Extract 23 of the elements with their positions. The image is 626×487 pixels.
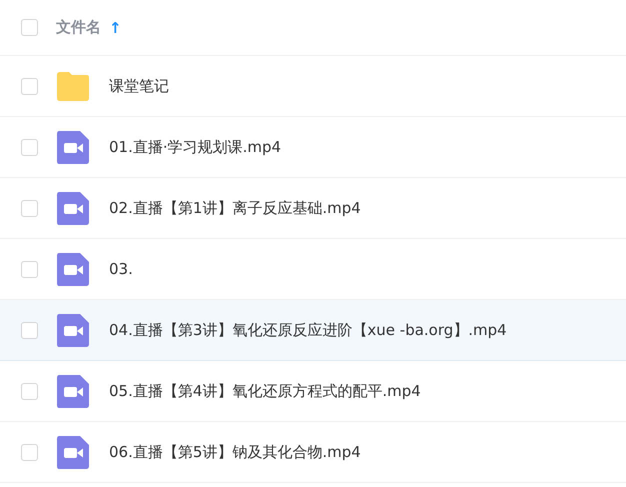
video-file-icon [56,374,90,408]
video-file-icon [56,130,90,164]
file-name[interactable]: 课堂笔记 [109,76,169,96]
row-checkbox[interactable] [21,200,38,216]
file-row[interactable]: 04.直播【第3讲】氧化还原反应进阶【xue -ba.org】.mp4 [0,300,626,361]
row-checkbox[interactable] [21,444,38,460]
file-name[interactable]: 06.直播【第5讲】钠及其化合物.mp4 [109,442,361,462]
file-name[interactable]: 02.直播【第1讲】离子反应基础.mp4 [109,198,361,218]
video-file-icon [56,435,90,469]
row-checkbox[interactable] [21,138,38,156]
file-name[interactable]: 04.直播【第3讲】氧化还原反应进阶【xue -ba.org】.mp4 [109,320,507,340]
file-name[interactable]: 03. [109,260,133,278]
file-name[interactable]: 01.直播·学习规划课.mp4 [109,138,282,156]
row-checkbox[interactable] [21,260,38,278]
select-all-checkbox[interactable] [21,19,38,36]
video-file-icon [56,191,90,225]
row-checkbox[interactable] [21,78,38,94]
file-name[interactable]: 05.直播【第4讲】氧化还原方程式的配平.mp4 [109,382,421,400]
folder-icon [56,69,90,103]
row-checkbox[interactable] [21,322,38,338]
row-checkbox[interactable] [21,382,38,400]
video-file-icon [56,313,90,347]
video-file-icon [56,252,90,286]
